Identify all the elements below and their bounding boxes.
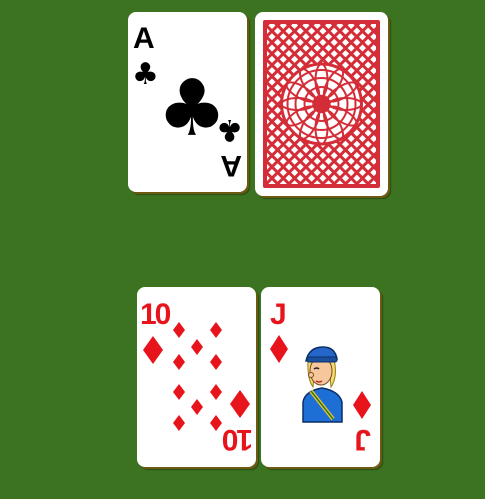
- player-card-ten-of-diamonds[interactable]: 10 10: [137, 287, 256, 467]
- card-back-icon: [255, 12, 388, 196]
- card-rank-top: J: [270, 298, 285, 331]
- card-rank-top: A: [133, 22, 154, 55]
- card-rank-top: 10: [140, 298, 171, 331]
- card-rank-bottom: J: [356, 423, 371, 456]
- dealer-card-ace-of-clubs[interactable]: A ♣ ♣ A ♣: [128, 12, 247, 192]
- dealer-card-face-down[interactable]: [255, 12, 388, 196]
- card-rank-bottom: A: [221, 149, 242, 182]
- card-rank-bottom: 10: [222, 423, 253, 456]
- diamond-pip-icon: [353, 391, 371, 419]
- jack-of-diamonds-face: J J: [270, 298, 371, 456]
- diamond-pip-icon: [143, 336, 163, 364]
- diamond-pip-icon: [230, 390, 250, 418]
- club-pip-icon: ♣: [216, 112, 243, 147]
- diamond-pip-icon: [270, 335, 288, 363]
- ten-of-diamonds-face: 10 10: [140, 298, 253, 456]
- club-pip-icon: ♣: [132, 57, 159, 92]
- diamond-pips-icon: [173, 322, 222, 431]
- player-card-jack-of-diamonds[interactable]: J J: [261, 287, 380, 467]
- jack-figure-icon: [302, 346, 343, 423]
- ace-of-clubs-face: A ♣ ♣ A ♣: [132, 22, 243, 182]
